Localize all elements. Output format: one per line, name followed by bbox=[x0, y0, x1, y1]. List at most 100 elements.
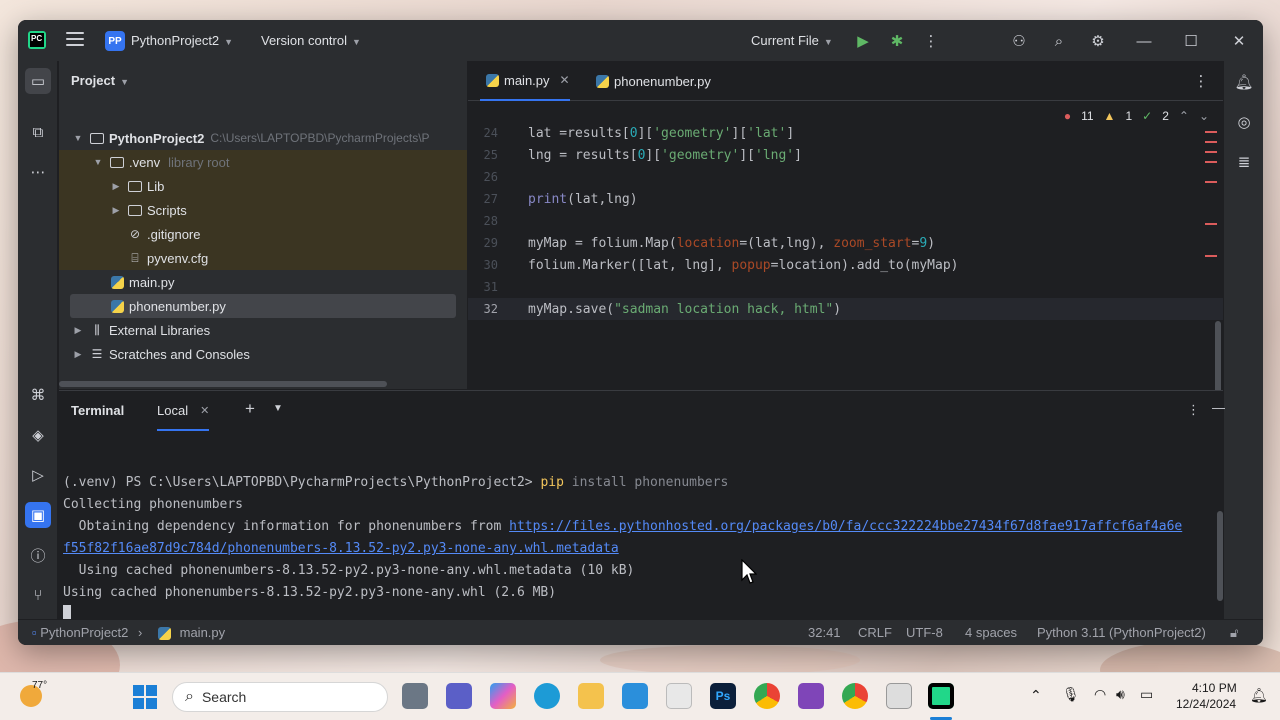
edge-icon[interactable] bbox=[534, 683, 560, 709]
teams-icon[interactable] bbox=[446, 683, 472, 709]
terminal-options-icon[interactable]: ⋮ bbox=[1187, 402, 1200, 418]
git-icon[interactable]: ⑂ bbox=[25, 582, 51, 608]
indent-setting[interactable]: 4 spaces bbox=[965, 625, 1017, 640]
code-line[interactable]: 24 lat =results[0]['geometry']['lat'] bbox=[468, 122, 1223, 144]
run-config-selector[interactable]: Current File ▼ bbox=[751, 33, 833, 48]
code-line[interactable]: 28 bbox=[468, 210, 1223, 232]
ai-assistant-icon[interactable]: ◎ bbox=[1231, 109, 1257, 135]
chevron-down-icon[interactable]: ⌄ bbox=[1199, 109, 1209, 123]
vcs-menu[interactable]: Version control ▼ bbox=[261, 33, 361, 48]
code-line[interactable]: 25 lng = results[0]['geometry']['lng'] bbox=[468, 144, 1223, 166]
layers-icon[interactable]: ◈ bbox=[25, 422, 51, 448]
tab-main-py[interactable]: main.py ✕ bbox=[480, 61, 570, 101]
tree-item-lib[interactable]: ▶ Lib bbox=[59, 174, 467, 198]
inspection-widget[interactable]: ● 11 ▲ 1 ✓ 2 ⌃ ⌄ bbox=[1064, 109, 1209, 123]
terminal-link[interactable]: https://files.pythonhosted.org/packages/… bbox=[509, 519, 1182, 534]
caret-position[interactable]: 32:41 bbox=[808, 625, 841, 640]
tree-item-project-root[interactable]: ▼ PythonProject2 C:\Users\LAPTOPBD\Pycha… bbox=[59, 126, 467, 150]
tree-item-gitignore[interactable]: ⊘ .gitignore bbox=[59, 222, 467, 246]
snipping-tool-icon[interactable] bbox=[886, 683, 912, 709]
visual-studio-icon[interactable] bbox=[798, 683, 824, 709]
notifications-bell-icon[interactable]: 🔔︎ bbox=[1231, 69, 1257, 95]
tree-item-external-libraries[interactable]: ▶ ⫼ External Libraries bbox=[59, 318, 467, 342]
run-icon[interactable]: ▶ bbox=[852, 30, 874, 52]
hide-panel-icon[interactable]: — bbox=[1212, 400, 1225, 415]
tree-item-scripts[interactable]: ▶ Scripts bbox=[59, 198, 467, 222]
code-line[interactable]: 31 bbox=[468, 276, 1223, 298]
chrome-profile-icon[interactable] bbox=[842, 683, 868, 709]
chevron-down-icon[interactable]: ▼ bbox=[273, 403, 283, 414]
project-panel-title[interactable]: Project ▼ bbox=[71, 73, 129, 88]
vscode-icon[interactable] bbox=[622, 683, 648, 709]
close-tab-icon[interactable]: ✕ bbox=[560, 73, 570, 87]
file-encoding[interactable]: UTF-8 bbox=[906, 625, 943, 640]
chevron-up-icon[interactable]: ⌃ bbox=[1030, 687, 1042, 704]
more-tools-icon[interactable]: ⋯ bbox=[25, 159, 51, 185]
database-icon[interactable]: ≣ bbox=[1231, 149, 1257, 175]
breadcrumb[interactable]: ▫ PythonProject2 › main.py bbox=[32, 625, 225, 642]
code-line[interactable]: 30 folium.Marker([lat, lng], popup=locat… bbox=[468, 254, 1223, 276]
battery-icon[interactable]: ▭ bbox=[1140, 686, 1153, 703]
code-line-current[interactable]: 32 myMap.save("sadman location hack, htm… bbox=[468, 298, 1223, 320]
run-tool-icon[interactable]: ▷ bbox=[25, 462, 51, 488]
tree-item-main-py[interactable]: main.py bbox=[59, 270, 467, 294]
main-menu-icon[interactable] bbox=[66, 32, 84, 48]
tree-item-phonenumber-py[interactable]: phonenumber.py bbox=[70, 294, 456, 318]
python-packages-icon[interactable]: ⌘ bbox=[25, 382, 51, 408]
clock-time[interactable]: 4:10 PM bbox=[1192, 681, 1237, 695]
terminal-link[interactable]: f55f82f16ae87d9c784d/phonenumbers-8.13.5… bbox=[63, 541, 619, 556]
chrome-icon[interactable] bbox=[754, 683, 780, 709]
store-icon[interactable] bbox=[666, 683, 692, 709]
photoshop-icon[interactable]: Ps bbox=[710, 683, 736, 709]
tree-item-pyvenv-cfg[interactable]: ⌸ pyvenv.cfg bbox=[59, 246, 467, 270]
tab-phonenumber-py[interactable]: phonenumber.py bbox=[590, 61, 711, 101]
wifi-icon[interactable]: ◠ bbox=[1094, 686, 1106, 703]
expand-arrow-icon[interactable]: ▶ bbox=[71, 349, 85, 360]
taskbar-search[interactable]: ⌕ Search bbox=[172, 682, 388, 712]
minimize-icon[interactable]: — bbox=[1133, 30, 1155, 52]
run-config-label: Current File bbox=[751, 33, 819, 48]
expand-arrow-icon[interactable]: ▼ bbox=[71, 133, 85, 143]
pycharm-taskbar-icon[interactable] bbox=[928, 683, 954, 709]
windows-start-icon[interactable] bbox=[133, 685, 157, 709]
code-line[interactable]: 29 myMap = folium.Map(location=(lat,lng)… bbox=[468, 232, 1223, 254]
more-actions-icon[interactable]: ⋮ bbox=[920, 30, 942, 52]
search-icon[interactable]: ⌕ bbox=[1048, 30, 1070, 52]
lock-icon[interactable]: 🔓︎ bbox=[1230, 625, 1238, 641]
project-tool-folder-icon[interactable]: ▭ bbox=[25, 68, 51, 94]
close-tab-icon[interactable]: ✕ bbox=[200, 404, 209, 417]
microphone-icon[interactable]: 🎙︎ bbox=[1062, 686, 1080, 703]
tree-item-label: Scripts bbox=[147, 202, 187, 218]
problems-icon[interactable]: ⓘ bbox=[25, 542, 51, 568]
horizontal-scrollbar[interactable] bbox=[59, 381, 387, 387]
expand-arrow-icon[interactable]: ▶ bbox=[71, 325, 85, 336]
maximize-icon[interactable]: ☐ bbox=[1180, 30, 1202, 52]
line-separator[interactable]: CRLF bbox=[858, 625, 892, 640]
tree-item-venv[interactable]: ▼ .venv library root bbox=[59, 150, 467, 174]
debug-icon[interactable]: ✱ bbox=[886, 30, 908, 52]
expand-arrow-icon[interactable]: ▼ bbox=[91, 157, 105, 167]
copilot-icon[interactable] bbox=[490, 683, 516, 709]
chevron-up-icon[interactable]: ⌃ bbox=[1179, 109, 1189, 123]
structure-icon[interactable]: ⧉ bbox=[25, 119, 51, 145]
tab-options-icon[interactable]: ⋮ bbox=[1190, 70, 1212, 92]
project-switcher[interactable]: PythonProject2 ▼ bbox=[131, 33, 233, 48]
settings-gear-icon[interactable]: ⚙ bbox=[1087, 30, 1109, 52]
expand-arrow-icon[interactable]: ▶ bbox=[109, 181, 123, 192]
terminal-icon[interactable]: ▣ bbox=[25, 502, 51, 528]
volume-icon[interactable]: 🔊︎ bbox=[1116, 686, 1125, 703]
python-interpreter[interactable]: Python 3.11 (PythonProject2) bbox=[1037, 625, 1206, 640]
expand-arrow-icon[interactable]: ▶ bbox=[109, 205, 123, 216]
tab-local[interactable]: Local ✕ bbox=[157, 391, 210, 431]
tree-item-scratches[interactable]: ▶ ☰ Scratches and Consoles bbox=[59, 342, 467, 366]
close-icon[interactable]: ✕ bbox=[1228, 30, 1250, 52]
clock-date[interactable]: 12/24/2024 bbox=[1176, 697, 1236, 711]
file-explorer-icon[interactable] bbox=[578, 683, 604, 709]
new-tab-plus-icon[interactable]: + bbox=[245, 399, 255, 419]
notification-bell-icon[interactable]: 🔔︎ bbox=[1250, 687, 1268, 704]
add-user-icon[interactable]: ⚇ bbox=[1008, 30, 1030, 52]
vertical-scrollbar[interactable] bbox=[1217, 511, 1223, 601]
code-line[interactable]: 26 bbox=[468, 166, 1223, 188]
task-view-icon[interactable] bbox=[402, 683, 428, 709]
code-line[interactable]: 27 print(lat,lng) bbox=[468, 188, 1223, 210]
